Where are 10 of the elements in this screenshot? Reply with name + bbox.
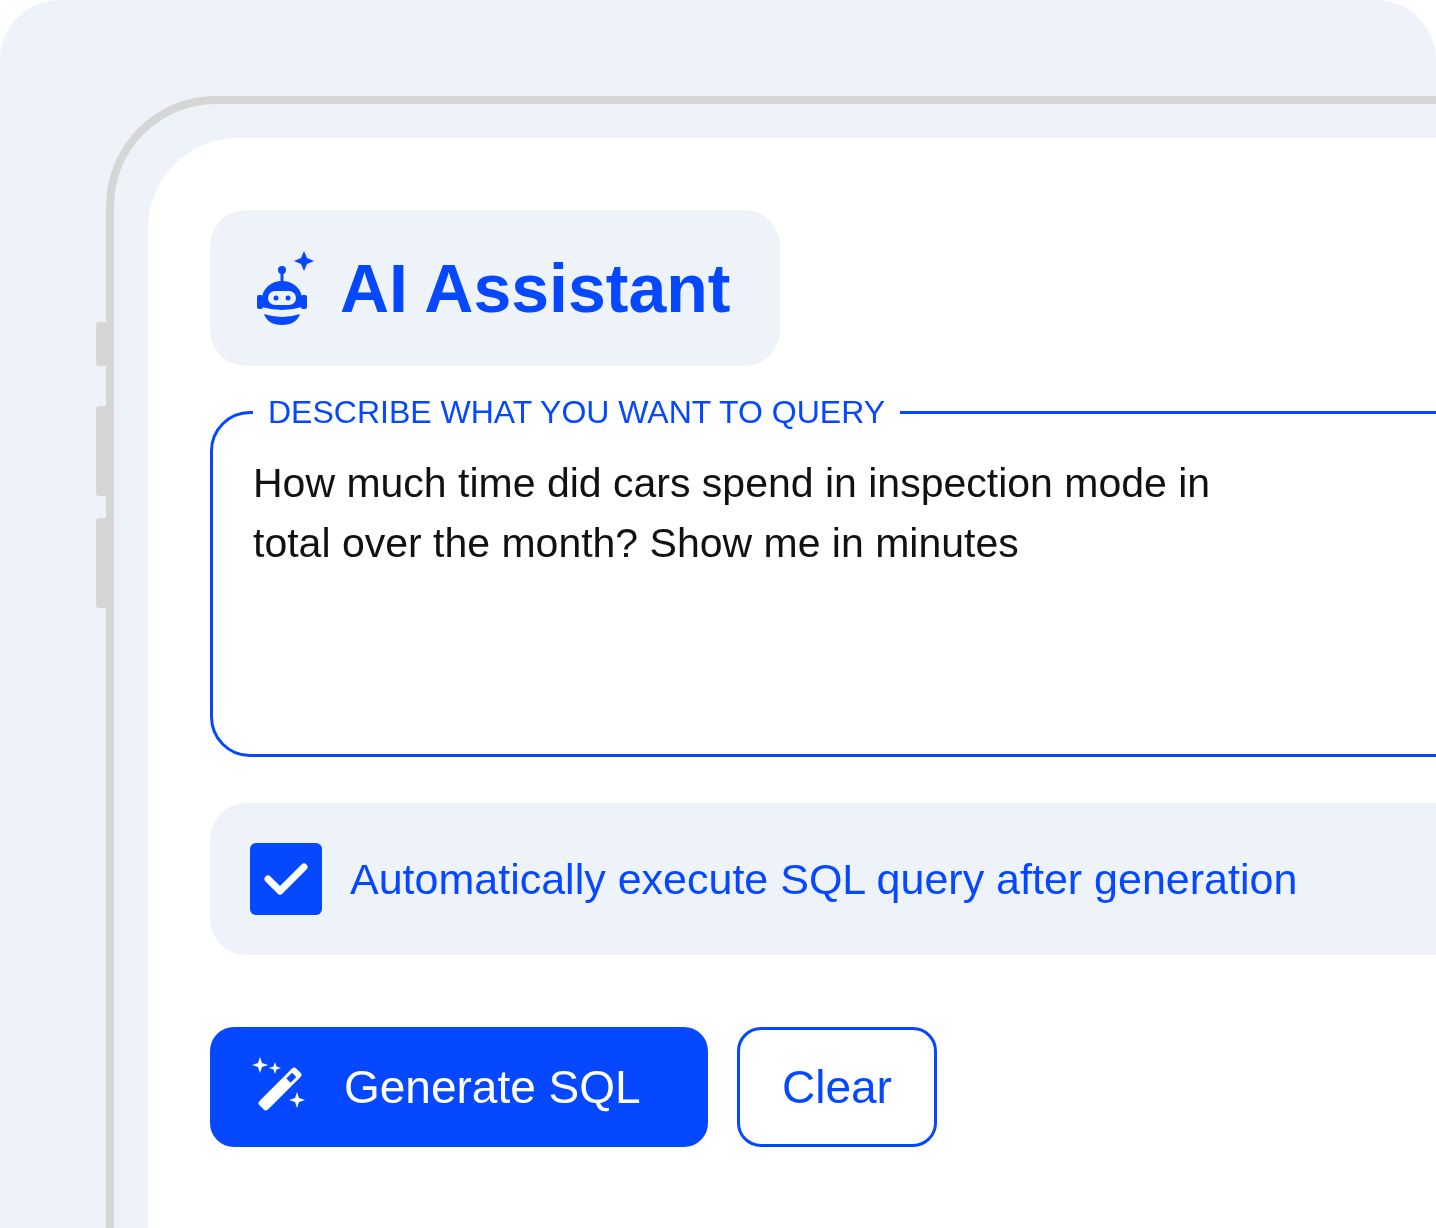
query-label: DESCRIBE WHAT YOU WANT TO QUERY bbox=[267, 394, 886, 431]
robot-icon bbox=[256, 251, 314, 325]
generate-button[interactable]: Generate SQL bbox=[210, 1027, 708, 1147]
auto-execute-option[interactable]: Automatically execute SQL query after generation bbox=[210, 803, 1436, 955]
check-icon bbox=[264, 862, 308, 896]
page-title: AI Assistant bbox=[340, 249, 731, 327]
query-input[interactable]: How much time did cars spend in inspection mode in total over the month? Show me in minutes bbox=[253, 453, 1253, 703]
checkbox[interactable] bbox=[250, 843, 322, 915]
option-label: Automatically execute SQL query after generation bbox=[350, 854, 1298, 904]
clear-button[interactable]: Clear bbox=[737, 1027, 937, 1147]
